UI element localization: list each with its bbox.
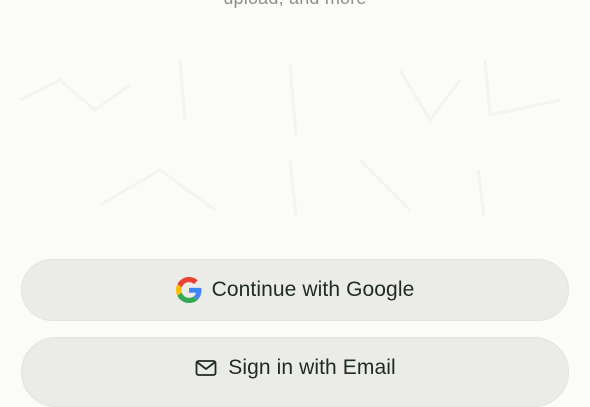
background-illustration: [19, 59, 561, 216]
google-button-label: Continue with Google: [211, 278, 415, 301]
google-icon: [175, 277, 202, 303]
mail-icon: [194, 356, 218, 380]
intro-subtitle: upload, and more: [0, 0, 590, 10]
email-button-label: Sign in with Email: [228, 356, 396, 379]
sign-in-with-email-button[interactable]: Sign in with Email: [21, 337, 569, 407]
continue-with-google-button[interactable]: Continue with Google: [21, 259, 569, 321]
